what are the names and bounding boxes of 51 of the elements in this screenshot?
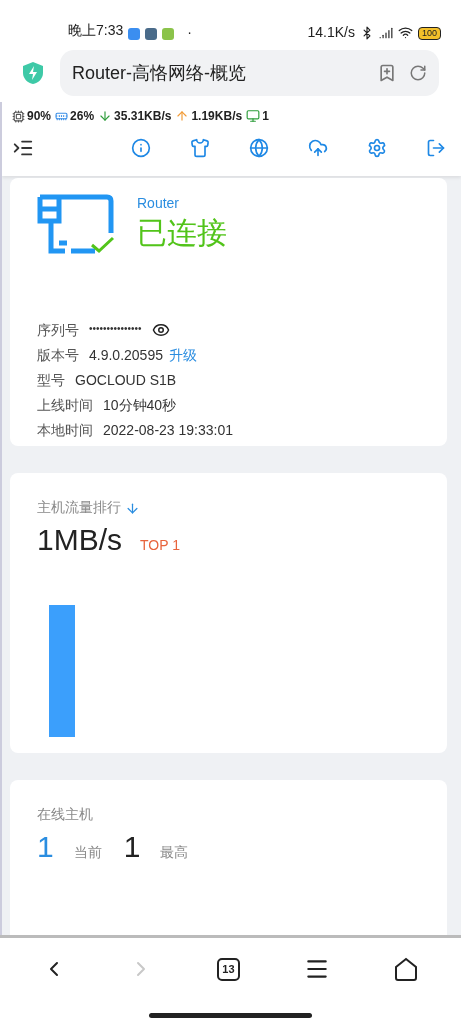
info-value: 2022-08-23 19:33:01 — [103, 420, 233, 439]
max-label: 最高 — [160, 844, 189, 862]
cloud-upload-icon[interactable] — [307, 138, 328, 158]
max-count: 1 — [123, 830, 141, 864]
monitor-icon — [246, 109, 261, 123]
info-icon[interactable] — [130, 138, 151, 158]
shield-icon — [22, 61, 44, 85]
upgrade-link[interactable]: 升级 — [168, 345, 197, 364]
stat-value: 1.19KB/s — [191, 109, 243, 123]
notification-dot: · — [187, 24, 192, 40]
wifi-icon — [397, 25, 413, 40]
bookmark-add-icon[interactable] — [377, 63, 397, 83]
rank-label: TOP 1 — [140, 537, 180, 553]
status-time: 晚上7:33 — [68, 22, 124, 40]
card-title: 主机流量排行 — [37, 499, 121, 517]
info-value: ••••••••••••••• — [89, 322, 142, 335]
info-value: 4.9.0.20595 — [89, 345, 163, 364]
info-label: 序列号 — [37, 320, 79, 339]
signal-icon — [378, 26, 393, 40]
sort-down-icon[interactable] — [125, 500, 140, 516]
info-label: 上线时间 — [37, 395, 93, 414]
stat-value: 90% — [27, 109, 52, 123]
address-bar[interactable]: Router-高恪网络-概览 — [60, 50, 439, 96]
current-label: 当前 — [73, 844, 102, 862]
shirt-icon[interactable] — [189, 138, 210, 158]
current-count: 1 — [37, 830, 54, 864]
info-value: 10分钟40秒 — [103, 395, 177, 414]
connection-status: 已连接 — [137, 215, 227, 251]
page-title: Router-高恪网络-概览 — [72, 62, 247, 85]
router-connected-icon — [37, 193, 115, 255]
app-icon — [145, 28, 158, 40]
card-title: 在线主机 — [37, 806, 93, 824]
tabs-button[interactable]: 13 — [217, 957, 240, 981]
stat-value: 35.31KB/s — [114, 109, 172, 123]
home-icon[interactable] — [393, 956, 420, 982]
info-label: 版本号 — [37, 345, 79, 364]
info-label: 型号 — [37, 370, 65, 389]
network-speed: 14.1K/s — [307, 24, 355, 40]
globe-icon[interactable] — [248, 138, 269, 158]
cpu-icon — [12, 109, 25, 123]
battery-level: 100 — [417, 27, 441, 40]
exit-icon[interactable] — [425, 138, 446, 158]
device-name: Router — [137, 195, 181, 211]
traffic-value: 1MB/s — [37, 523, 123, 557]
info-label: 本地时间 — [37, 420, 93, 439]
info-value: GOCLOUD S1B — [75, 370, 177, 389]
app-icon — [128, 28, 141, 40]
stat-value: 1 — [262, 109, 269, 123]
stat-value: 26% — [70, 109, 95, 123]
reload-icon[interactable] — [409, 64, 427, 82]
settings-icon[interactable] — [366, 138, 387, 158]
